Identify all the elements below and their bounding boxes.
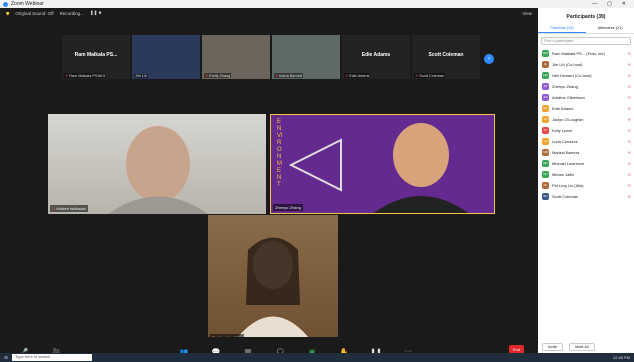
avatar: SC [542,193,549,200]
participant-name: Scott Coleman [552,194,579,199]
taskbar-search-input[interactable]: Type here to search [12,354,92,361]
muted-mic-icon: ✕ [627,183,631,188]
participant-name: Zhenyu Zhang [275,205,301,210]
maximize-button[interactable]: ▢ [607,1,612,7]
avatar: LC [542,138,549,145]
participant-silhouette [233,237,313,343]
avatar: AG [542,94,549,101]
avatar: EA [542,105,549,112]
muted-mic-icon: ✕ [627,95,631,100]
windows-start-icon[interactable]: ⊞ [0,355,12,360]
mute-all-button[interactable]: Mute All [569,343,595,351]
avatar: RM [542,50,549,57]
participant-row[interactable]: EA Edie Adams ✕ [538,103,634,114]
participant-row[interactable]: MJ Miriam Jaffa ✕ [538,169,634,180]
minimize-button[interactable]: — [592,1,597,7]
view-button[interactable]: View [522,11,532,16]
muted-mic-icon: ✕ [627,117,631,122]
pause-record-icon[interactable]: ❚❚ ■ [90,10,102,16]
window-title: Zoom Webinar [11,1,44,7]
video-tile[interactable]: Pei-ling Liu (Alla) [208,215,338,343]
strip-tile[interactable]: Scott Coleman ✕Scott Coleman [412,35,480,79]
avatar: KL [542,127,549,134]
strip-tile[interactable]: ✕Iriana Barnett [272,35,340,79]
avatar: ML [542,160,549,167]
strip-tile[interactable]: Ram Malkala PS... ✕Ram Malkala PSAKG [62,35,130,79]
strip-tile[interactable]: Jim Lih [132,35,200,79]
participant-row[interactable]: KL Kelly Lynch ✕ [538,125,634,136]
muted-mic-icon: ✕ [627,128,631,133]
muted-mic-icon: ✕ [627,161,631,166]
participant-row[interactable]: PL Pei-Ling Liu (Alla) ✕ [538,180,634,191]
participant-row[interactable]: JL Jim Lih (Co-host) ✕ [538,59,634,70]
participant-name: Kristen Ishikawa [56,206,86,211]
tab-attendees[interactable]: Attendees (21) [586,26,634,33]
participant-name: Jim Lih (Co-host) [552,62,583,67]
participant-name: Heli Howard (Co-host) [552,73,592,78]
panel-title: Participants (39) [566,14,606,20]
participant-row[interactable]: AG Arkatos Gilbertson ✕ [538,92,634,103]
avatar: MJ [542,171,549,178]
avatar: HH [542,72,549,79]
participant-name: Arkatos Gilbertson [552,95,585,100]
participant-name: Pei-Ling Liu (Alla) [552,183,584,188]
muted-mic-icon: ✕ [627,73,631,78]
participant-search-input[interactable]: Find a participant [541,37,631,45]
participant-name: Michael Lawrence [552,161,585,166]
participant-name: Marisol Barrera [552,150,580,155]
strip-tile[interactable]: Edie Adams ✕Edie Adams [342,35,410,79]
participant-silhouette [108,126,208,214]
participant-row[interactable]: ML Michael Lawrence ✕ [538,158,634,169]
participant-name: Ram Malkala PS... (Host, me) [552,51,605,56]
avatar: ZZ [542,83,549,90]
muted-mic-icon: ✕ [627,51,631,56]
participant-name: Zhenyu Zhang [552,84,578,89]
participant-row[interactable]: ZZ Zhenyu Zhang ✕ [538,81,634,92]
next-page-icon[interactable]: › [484,54,494,64]
participant-name: Edie Adams [552,106,574,111]
participant-row[interactable]: MB Marisol Barrera ✕ [538,147,634,158]
avatar: MB [542,149,549,156]
shield-icon[interactable]: ⛊ [6,11,9,16]
participant-row[interactable]: SC Scott Coleman ✕ [538,191,634,202]
muted-mic-icon: ✕ [627,194,631,199]
muted-mic-icon: ✕ [627,150,631,155]
avatar: JO [542,116,549,123]
tab-panelists[interactable]: Panelists (18) [538,26,586,33]
muted-mic-icon: ✕ [627,84,631,89]
meeting-area: ⛊ Original Sound: Off Recording... ❚❚ ■ … [0,8,538,361]
participant-row[interactable]: LC Luna Cavazos ✕ [538,136,634,147]
title-bar: Zoom Webinar — ▢ ✕ [0,0,634,8]
video-tile-active-speaker[interactable]: ENVIRONMENT Zhenyu Zhang [270,114,495,214]
muted-mic-icon: ✕ [627,106,631,111]
avatar: JL [542,61,549,68]
video-strip: Ram Malkala PS... ✕Ram Malkala PSAKG Jim … [62,35,502,79]
muted-mic-icon: ✕ [627,62,631,67]
participant-name: Kelly Lynch [552,128,573,133]
avatar: PL [542,182,549,189]
strip-tile[interactable]: ✕Emily Zhang [202,35,270,79]
close-button[interactable]: ✕ [622,1,626,7]
recording-indicator: Recording... [59,10,84,16]
participant-row[interactable]: JO Jaclyn O'Loughlin ✕ [538,114,634,125]
video-tile[interactable]: ✕ Kristen Ishikawa [48,114,266,214]
muted-mic-icon: ✕ [627,139,631,144]
taskbar-clock: 12:48 PM [612,355,630,360]
participant-name: Luna Cavazos [552,139,578,144]
banner-text: ENVIRONMENT [277,119,283,188]
invite-button[interactable]: Invite [542,343,564,351]
participant-row[interactable]: HH Heli Howard (Co-host) ✕ [538,70,634,81]
taskbar: ⊞ Type here to search 12:48 PM [0,353,634,362]
original-sound-button[interactable]: Original Sound: Off [15,11,53,16]
participant-name: Jaclyn O'Loughlin [552,117,584,122]
zoom-logo-icon [3,1,8,7]
muted-mic-icon: ✕ [627,172,631,177]
participant-name: Miriam Jaffa [552,172,574,177]
participants-panel: Participants (39) Panelists (18) Attende… [538,8,634,353]
participant-row[interactable]: RM Ram Malkala PS... (Host, me) ✕ [538,48,634,59]
participant-silhouette [288,123,469,213]
